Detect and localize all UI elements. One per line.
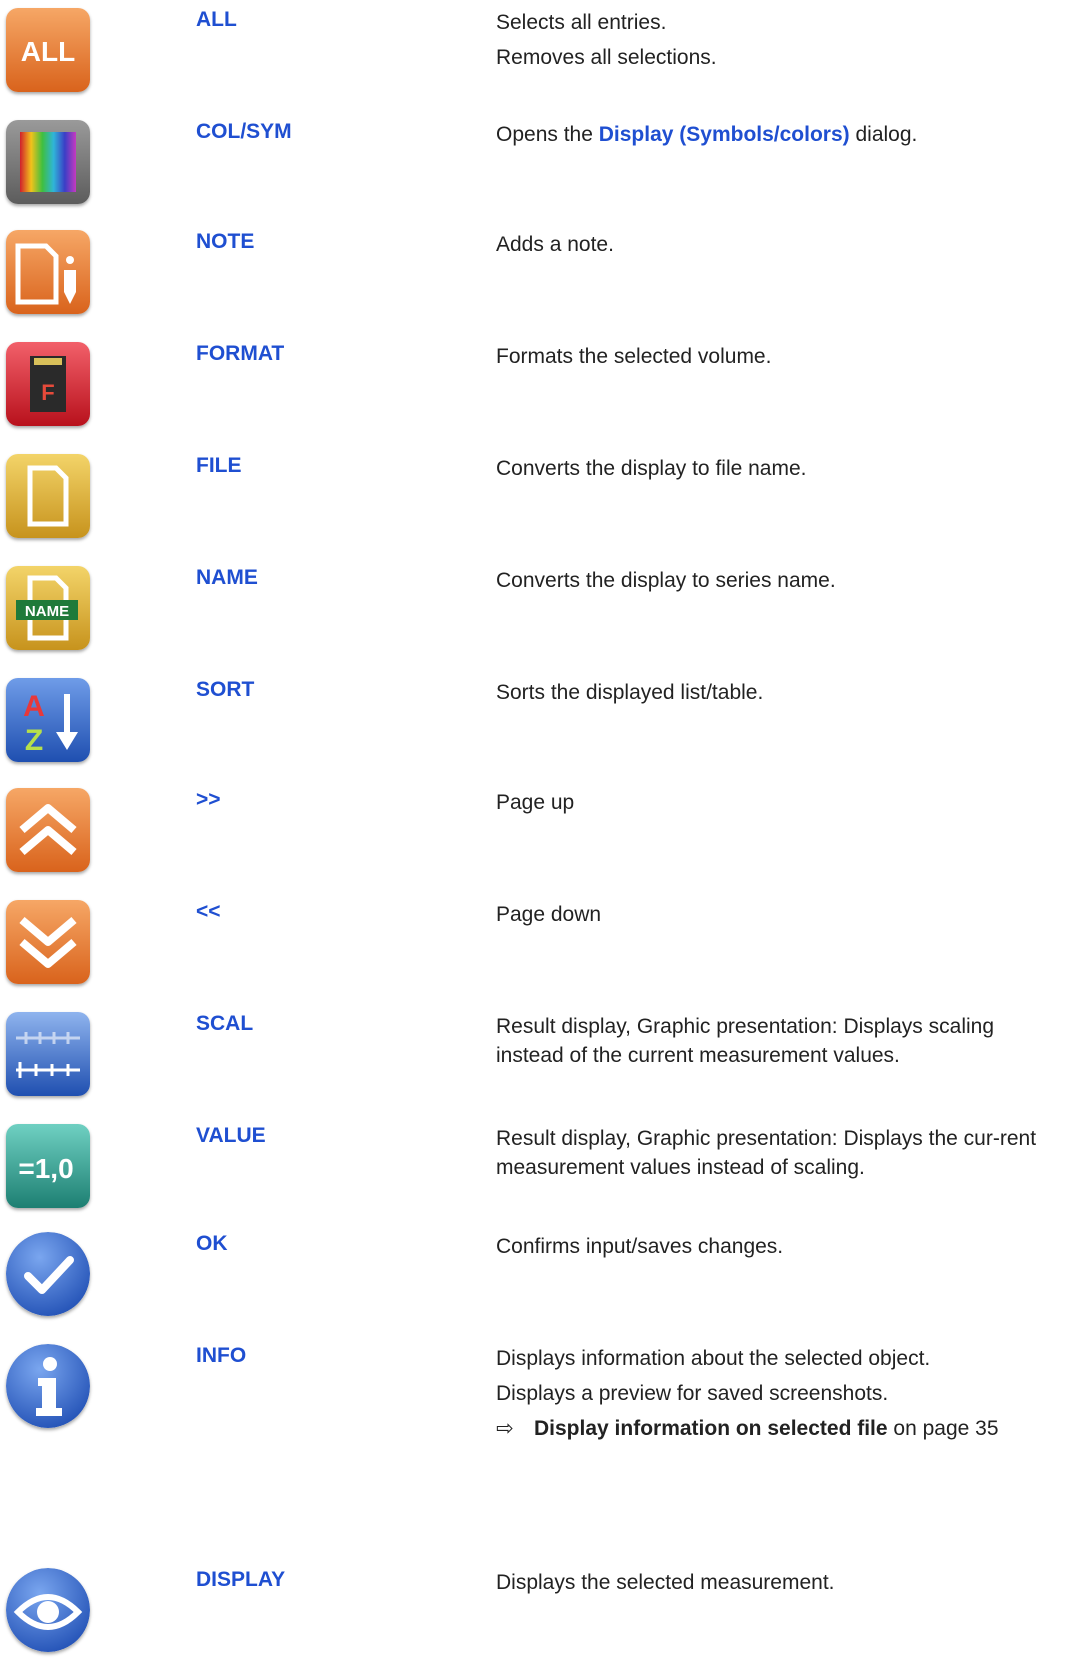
description-line: Displays a preview for saved screenshots… <box>496 1382 889 1405</box>
cross-reference-page: on page 35 <box>887 1417 999 1440</box>
page-up-icon[interactable] <box>6 788 90 872</box>
softkey-label: OK <box>196 1232 228 1255</box>
description-text: Opens the <box>496 123 599 146</box>
eye-icon[interactable] <box>6 1568 90 1652</box>
description-line: Removes all selections. <box>496 46 717 69</box>
description-line: Page down <box>496 903 602 926</box>
softkey-description: Result display, Graphic presentation: Di… <box>496 1012 1066 1076</box>
softkey-label: << <box>196 900 221 923</box>
format-icon-text: F <box>41 380 54 405</box>
color-spectrum-icon[interactable] <box>6 120 90 204</box>
description-line: Converts the display to file name. <box>496 457 807 480</box>
sort-icon-letter-z: Z <box>25 724 43 757</box>
value-icon-text: =1,0 <box>18 1153 73 1184</box>
description-line: Opens the Display (Symbols/colors) dialo… <box>496 120 1066 149</box>
softkey-label: ALL <box>196 8 237 31</box>
description-line: Displays the selected measurement. <box>496 1571 835 1594</box>
all-icon[interactable]: ALL <box>6 8 90 92</box>
description-line: Page up <box>496 791 575 814</box>
softkey-label: VALUE <box>196 1124 266 1147</box>
name-icon-text: NAME <box>25 603 69 620</box>
description-line: Result display, Graphic presentation: Di… <box>496 1015 995 1067</box>
value-icon[interactable]: =1,0 <box>6 1124 90 1208</box>
file-icon[interactable] <box>6 454 90 538</box>
sort-icon-letter-a: A <box>23 690 45 723</box>
format-sd-card-icon[interactable]: F <box>6 342 90 426</box>
description-line: Confirms input/saves changes. <box>496 1235 784 1258</box>
softkey-label: NAME <box>196 566 258 589</box>
softkey-description: Converts the display to series name. <box>496 566 1066 601</box>
scale-icon[interactable] <box>6 1012 90 1096</box>
cross-reference-title: Display information on selected file <box>534 1417 888 1440</box>
page-down-icon[interactable] <box>6 900 90 984</box>
name-icon[interactable]: NAME <box>6 566 90 650</box>
softkey-label: INFO <box>196 1344 247 1367</box>
softkey-label: SORT <box>196 678 255 701</box>
info-icon[interactable] <box>6 1344 90 1428</box>
display-symbols-colors-link[interactable]: Display (Symbols/colors) <box>599 123 850 146</box>
softkey-description: Opens the Display (Symbols/colors) dialo… <box>496 120 1066 155</box>
softkey-label: SCAL <box>196 1012 254 1035</box>
softkey-description: Displays the selected measurement. <box>496 1568 1066 1603</box>
softkey-label: DISPLAY <box>196 1568 286 1591</box>
softkey-description: Formats the selected volume. <box>496 342 1066 377</box>
description-line: Selects all entries. <box>496 11 667 34</box>
softkey-label: >> <box>196 788 221 811</box>
softkey-label: FILE <box>196 454 242 477</box>
softkey-description: Selects all entries. Removes all selecti… <box>496 8 1066 78</box>
description-text: dialog. <box>849 123 918 146</box>
description-line: Sorts the displayed list/table. <box>496 681 764 704</box>
softkey-description: Page up <box>496 788 1066 823</box>
softkey-description: Page down <box>496 900 1066 935</box>
softkey-label: NOTE <box>196 230 255 253</box>
description-line: Displays information about the selected … <box>496 1347 931 1370</box>
description-line: Formats the selected volume. <box>496 345 772 368</box>
checkmark-icon[interactable] <box>6 1232 90 1316</box>
softkey-description: Converts the display to file name. <box>496 454 1066 489</box>
softkey-description: Displays information about the selected … <box>496 1344 1066 1443</box>
softkey-description: Result display, Graphic presentation: Di… <box>496 1124 1066 1188</box>
sort-az-icon[interactable]: A Z <box>6 678 90 762</box>
cross-reference-text: Display information on selected file on … <box>534 1414 999 1443</box>
cross-reference[interactable]: ⇨ Display information on selected file o… <box>496 1414 1066 1443</box>
description-line: Converts the display to series name. <box>496 569 836 592</box>
description-line: Result display, Graphic presentation: Di… <box>496 1127 1037 1179</box>
description-line: Adds a note. <box>496 233 614 256</box>
softkey-description: Confirms input/saves changes. <box>496 1232 1066 1267</box>
softkey-label: COL/SYM <box>196 120 292 143</box>
softkey-description: Sorts the displayed list/table. <box>496 678 1066 713</box>
softkey-description: Adds a note. <box>496 230 1066 265</box>
arrow-right-icon: ⇨ <box>496 1417 514 1440</box>
note-icon[interactable] <box>6 230 90 314</box>
softkey-label: FORMAT <box>196 342 285 365</box>
svg-text:ALL: ALL <box>21 36 75 67</box>
